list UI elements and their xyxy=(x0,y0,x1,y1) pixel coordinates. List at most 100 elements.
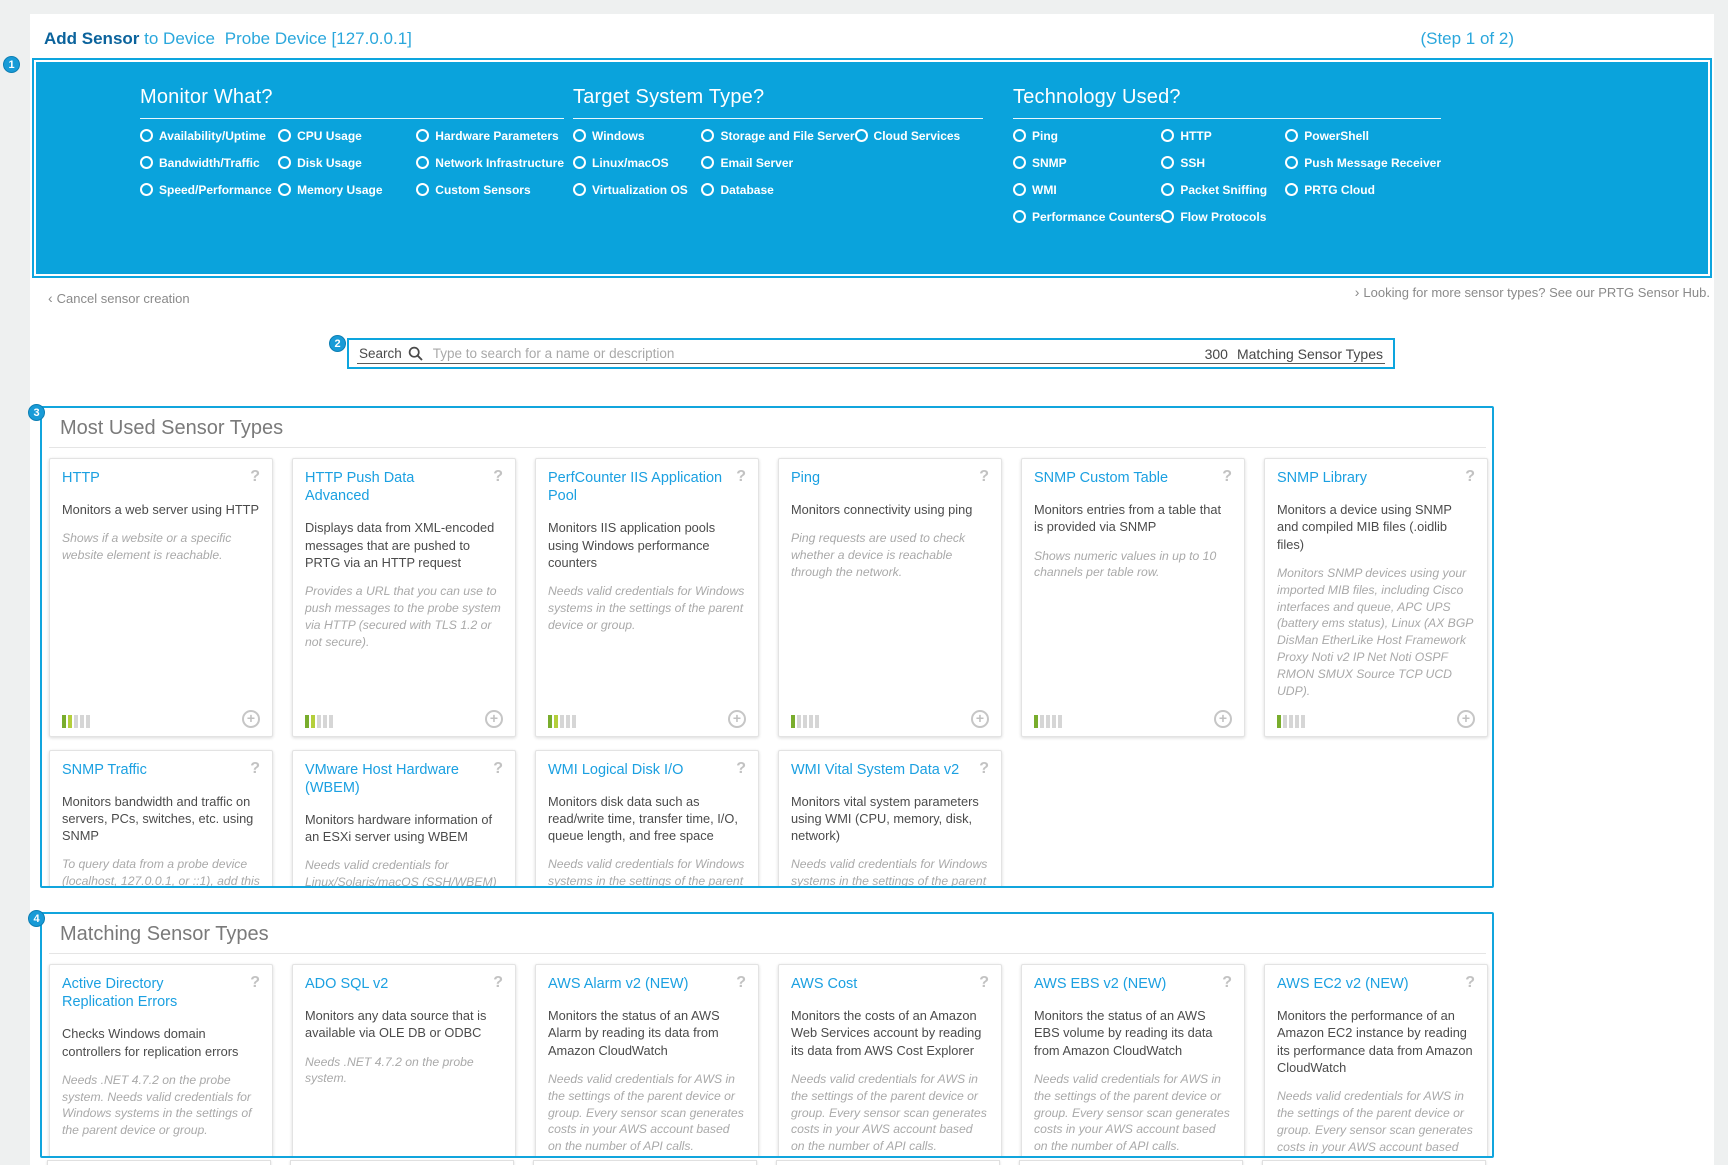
radio-option[interactable]: Disk Usage xyxy=(278,156,416,169)
sensor-hub-link[interactable]: ›Looking for more sensor types? See our … xyxy=(1355,284,1710,300)
sensor-card-description: Monitors the costs of an Amazon Web Serv… xyxy=(791,1007,989,1059)
help-icon[interactable]: ? xyxy=(250,760,260,778)
search-input[interactable] xyxy=(433,346,1205,361)
sensor-card-description: Monitors the performance of an Amazon EC… xyxy=(1277,1007,1475,1076)
radio-option[interactable]: Ping xyxy=(1013,129,1161,142)
gauge-bar-icon xyxy=(329,715,333,728)
radio-circle-icon xyxy=(701,183,714,196)
search-underline xyxy=(357,363,1385,364)
sensor-card-title[interactable]: AWS Alarm v2 (NEW) xyxy=(548,975,746,993)
cancel-sensor-creation-link[interactable]: ‹Cancel sensor creation xyxy=(48,290,190,306)
help-icon[interactable]: ? xyxy=(736,974,746,992)
help-icon[interactable]: ? xyxy=(250,974,260,992)
help-icon[interactable]: ? xyxy=(493,760,503,778)
radio-option[interactable]: SSH xyxy=(1161,156,1285,169)
radio-option[interactable]: Bandwidth/Traffic xyxy=(140,156,278,169)
sensor-card-cutoff xyxy=(776,1160,1000,1165)
search-icon xyxy=(408,346,423,361)
help-icon[interactable]: ? xyxy=(979,760,989,778)
help-icon[interactable]: ? xyxy=(736,468,746,486)
add-sensor-icon[interactable]: + xyxy=(1214,710,1232,728)
radio-option[interactable]: Linux/macOS xyxy=(573,156,701,169)
radio-option-label: Ping xyxy=(1032,129,1058,143)
add-sensor-icon[interactable]: + xyxy=(485,710,503,728)
sensor-card-title[interactable]: SNMP Library xyxy=(1277,469,1475,487)
radio-option-label: Cloud Services xyxy=(874,129,961,143)
help-icon[interactable]: ? xyxy=(493,468,503,486)
add-sensor-icon[interactable]: + xyxy=(728,710,746,728)
radio-option-label: PRTG Cloud xyxy=(1304,183,1375,197)
sensor-card-title[interactable]: Ping xyxy=(791,469,989,487)
add-sensor-icon[interactable]: + xyxy=(242,710,260,728)
sensor-card-title[interactable]: SNMP Traffic xyxy=(62,761,260,779)
sensor-card-title[interactable]: ADO SQL v2 xyxy=(305,975,503,993)
radio-option[interactable]: Database xyxy=(701,183,854,196)
sensor-card-title[interactable]: AWS Cost xyxy=(791,975,989,993)
help-icon[interactable]: ? xyxy=(979,468,989,486)
sensor-card-description: Monitors any data source that is availab… xyxy=(305,1007,503,1042)
radio-option[interactable]: Windows xyxy=(573,129,701,142)
radio-circle-icon xyxy=(140,129,153,142)
sensor-card-title[interactable]: PerfCounter IIS Application Pool xyxy=(548,469,746,505)
add-sensor-icon[interactable]: + xyxy=(971,710,989,728)
help-icon[interactable]: ? xyxy=(1465,468,1475,486)
radio-option[interactable]: Virtualization OS xyxy=(573,183,701,196)
help-icon[interactable]: ? xyxy=(1465,974,1475,992)
radio-option-label: Availability/Uptime xyxy=(159,129,266,143)
sensor-card-title[interactable]: AWS EC2 v2 (NEW) xyxy=(1277,975,1475,993)
radio-option[interactable]: Packet Sniffing xyxy=(1161,183,1285,196)
radio-option[interactable]: SNMP xyxy=(1013,156,1161,169)
radio-option[interactable]: Memory Usage xyxy=(278,183,416,196)
radio-option[interactable]: Hardware Parameters xyxy=(416,129,564,142)
radio-option[interactable]: CPU Usage xyxy=(278,129,416,142)
sensor-card-cutoff xyxy=(1262,1160,1486,1165)
help-icon[interactable]: ? xyxy=(736,760,746,778)
help-icon[interactable]: ? xyxy=(1222,468,1232,486)
radio-option[interactable]: WMI xyxy=(1013,183,1161,196)
sensor-card-description: Monitors entries from a table that is pr… xyxy=(1034,501,1232,536)
radio-option[interactable]: PRTG Cloud xyxy=(1285,183,1441,196)
sensor-card-title[interactable]: SNMP Custom Table xyxy=(1034,469,1232,487)
radio-option[interactable]: Performance Counters xyxy=(1013,210,1161,223)
radio-option[interactable]: Network Infrastructure xyxy=(416,156,564,169)
radio-circle-icon xyxy=(1161,129,1174,142)
sensor-card-title[interactable]: AWS EBS v2 (NEW) xyxy=(1034,975,1232,993)
sensor-card-cutoff xyxy=(533,1160,757,1165)
radio-option[interactable]: Email Server xyxy=(701,156,854,169)
help-icon[interactable]: ? xyxy=(493,974,503,992)
step-indicator: (Step 1 of 2) xyxy=(1420,29,1514,49)
add-sensor-icon[interactable]: + xyxy=(1457,710,1475,728)
radio-option[interactable]: PowerShell xyxy=(1285,129,1441,142)
sensor-card-title[interactable]: HTTP xyxy=(62,469,260,487)
radio-option[interactable]: Push Message Receiver xyxy=(1285,156,1441,169)
sensor-card-title[interactable]: VMware Host Hardware (WBEM) xyxy=(305,761,503,797)
sensor-card-title[interactable]: Active Directory Replication Errors xyxy=(62,975,260,1011)
radio-option[interactable]: Cloud Services xyxy=(855,129,983,142)
sensor-card-title[interactable]: WMI Logical Disk I/O xyxy=(548,761,746,779)
sensor-card-description: Checks Windows domain controllers for re… xyxy=(62,1025,260,1060)
callout-badge-2: 2 xyxy=(329,335,346,352)
radio-option-label: Memory Usage xyxy=(297,183,382,197)
sensor-card-title[interactable]: WMI Vital System Data v2 xyxy=(791,761,989,779)
radio-option[interactable]: HTTP xyxy=(1161,129,1285,142)
radio-option[interactable]: Flow Protocols xyxy=(1161,210,1285,223)
radio-option[interactable]: Custom Sensors xyxy=(416,183,564,196)
sensor-card: AWS Cost? Monitors the costs of an Amazon… xyxy=(778,964,1002,1158)
radio-option-label: Flow Protocols xyxy=(1180,210,1266,224)
card-footer: + xyxy=(305,700,503,728)
radio-option[interactable]: Speed/Performance xyxy=(140,183,278,196)
filter-group-title: Target System Type? xyxy=(573,86,983,119)
sensor-card-note: Needs valid credentials for Windows syst… xyxy=(791,856,989,888)
radio-option[interactable]: Availability/Uptime xyxy=(140,129,278,142)
sensor-card-title[interactable]: HTTP Push Data Advanced xyxy=(305,469,503,505)
help-icon[interactable]: ? xyxy=(1222,974,1232,992)
sensor-card: WMI Logical Disk I/O?Monitors disk data … xyxy=(535,750,759,888)
radio-option-label: Email Server xyxy=(720,156,793,170)
radio-option[interactable]: Storage and File Server xyxy=(701,129,854,142)
radio-option-label: Push Message Receiver xyxy=(1304,156,1441,170)
device-link[interactable]: Probe Device [127.0.0.1] xyxy=(225,29,412,48)
help-icon[interactable]: ? xyxy=(250,468,260,486)
gauge-bar-icon xyxy=(815,715,819,728)
help-icon[interactable]: ? xyxy=(979,974,989,992)
matching-count-label: Matching Sensor Types xyxy=(1237,346,1383,362)
